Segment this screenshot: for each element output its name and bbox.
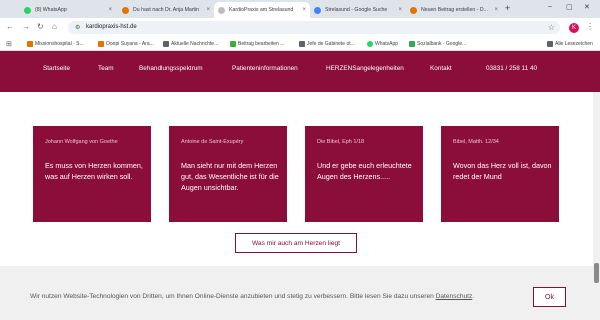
tab-google-search[interactable]: Strelasund - Google Suche ×: [310, 2, 406, 18]
site-icon: [218, 6, 225, 14]
tab-title: KardioPraxis am Strelasund: [229, 7, 294, 13]
nav-team[interactable]: Team: [98, 65, 114, 72]
privacy-link[interactable]: Datenschutz: [436, 293, 473, 300]
profile-avatar[interactable]: K: [569, 23, 579, 33]
cookie-period: .: [472, 293, 475, 300]
cookie-text: Wir nutzen Website-Technologien von Drit…: [30, 293, 474, 300]
site-icon: [98, 41, 104, 47]
nav-kontakt[interactable]: Kontakt: [430, 65, 452, 72]
news-icon: [163, 41, 169, 47]
tab-search-anja[interactable]: Du hast nach Dr. Anja Martin ×: [118, 2, 214, 18]
site-icon: [409, 41, 415, 47]
bookmark-item[interactable]: Aktuelle Nachrichte...: [163, 40, 218, 48]
new-tab-button[interactable]: +: [505, 3, 510, 13]
quote-text: Und er gebe euch erleuchtete Augen des H…: [317, 161, 412, 181]
close-icon[interactable]: ×: [302, 7, 306, 13]
scrollbar-thumb[interactable]: [594, 263, 599, 283]
whatsapp-icon: [367, 41, 373, 47]
bookmark-item[interactable]: Beitrag bearbeiten ...: [230, 40, 284, 48]
bookmark-star-icon[interactable]: ☆: [548, 23, 555, 32]
close-icon[interactable]: ×: [494, 7, 498, 13]
bookmark-item[interactable]: Ooopi Suyana - Ara...: [98, 40, 154, 48]
site-icon: [122, 6, 129, 14]
tab-title: Neuen Beitrag erstellen - D...: [421, 7, 488, 13]
site-navigation: Startseite Team Behandlungsspektrum Pati…: [0, 51, 600, 92]
google-icon: [314, 6, 321, 14]
bookmark-label: Aktuelle Nachrichte...: [171, 41, 219, 47]
close-icon[interactable]: ×: [108, 7, 112, 13]
forward-icon[interactable]: →: [22, 22, 30, 31]
minimize-icon[interactable]: –: [548, 3, 552, 10]
bookmark-label: Alle Lesezeichen: [555, 41, 593, 47]
folder-icon: [299, 41, 305, 47]
bookmark-item[interactable]: WhatsApp: [367, 40, 398, 48]
tab-kardiopraxis[interactable]: KardioPraxis am Strelasund ×: [214, 2, 310, 18]
bookmarks-bar: ⊞ Missionshospital · S... Ooopi Suyana -…: [0, 37, 600, 51]
quote-text: Es muss von Herzen kommen, was auf Herze…: [45, 161, 143, 181]
apps-grid-icon[interactable]: ⊞: [6, 40, 12, 48]
quote-text: Wovon das Herz voll ist, davon redet der…: [453, 161, 552, 181]
browser-tab-strip: (8) WhatsApp × Du hast nach Dr. Anja Mar…: [0, 0, 600, 18]
browser-toolbar: ← → ↻ ⌂ ⚙ kardiopraxis-hst.de ☆ K ⋮: [0, 18, 600, 37]
quote-card: Bibel, Matth. 12/34 Wovon das Herz voll …: [441, 126, 559, 222]
bookmark-label: Missionshospital · S...: [35, 41, 84, 47]
tab-whatsapp[interactable]: (8) WhatsApp ×: [20, 2, 116, 18]
quote-card: Johann Wolfgang von Goethe Es muss von H…: [33, 126, 151, 222]
tab-title: Du hast nach Dr. Anja Martin: [133, 7, 200, 13]
nav-behandlungsspektrum[interactable]: Behandlungsspektrum: [139, 65, 203, 72]
maximize-icon[interactable]: ▢: [566, 3, 573, 11]
nav-phone[interactable]: 03831 / 258 11 40: [486, 65, 537, 72]
url-text: kardiopraxis-hst.de: [86, 24, 137, 30]
tab-title: Strelasund - Google Suche: [325, 7, 388, 13]
whatsapp-icon: [24, 6, 31, 14]
back-icon[interactable]: ←: [6, 22, 14, 31]
more-from-heart-button[interactable]: Was mir auch am Herzen liegt: [235, 233, 357, 253]
quote-source: Johann Wolfgang von Goethe: [45, 139, 118, 145]
quote-source: Die Bibel, Eph 1/18: [317, 139, 365, 145]
all-bookmarks[interactable]: Alle Lesezeichen: [547, 40, 593, 48]
tab-title: (8) WhatsApp: [35, 7, 67, 13]
site-icon: [27, 41, 33, 47]
bookmark-label: Beitrag bearbeiten ...: [238, 41, 285, 47]
bookmark-label: WhatsApp: [375, 41, 399, 47]
nav-startseite[interactable]: Startseite: [43, 65, 70, 72]
cookie-message: Wir nutzen Website-Technologien von Drit…: [30, 293, 436, 300]
address-bar[interactable]: ⚙ kardiopraxis-hst.de ☆: [68, 21, 560, 34]
reload-icon[interactable]: ↻: [37, 22, 44, 31]
quote-source: Antoine de Saint-Exupéry: [181, 139, 244, 145]
site-icon: [410, 6, 417, 14]
cookie-ok-button[interactable]: Ok: [533, 287, 566, 307]
site-icon: [230, 41, 236, 47]
quote-text: Man sieht nur mit dem Herzen gut, das We…: [181, 161, 279, 192]
quote-card: Die Bibel, Eph 1/18 Und er gebe euch erl…: [305, 126, 423, 222]
bookmark-label: Jefe de Gabinete ot...: [307, 41, 355, 47]
quote-source: Bibel, Matth. 12/34: [453, 139, 499, 145]
nav-patienteninformationen[interactable]: Patienteninformationen: [232, 65, 298, 72]
close-window-icon[interactable]: ✕: [584, 3, 590, 11]
home-icon[interactable]: ⌂: [52, 22, 57, 31]
page-scrollbar[interactable]: [593, 92, 600, 320]
bookmark-item[interactable]: Jefe de Gabinete ot...: [299, 40, 355, 48]
bookmark-label: Ooopi Suyana - Ara...: [106, 41, 154, 47]
close-icon[interactable]: ×: [398, 7, 402, 13]
site-info-icon[interactable]: ⚙: [75, 24, 80, 31]
bookmark-item[interactable]: Sozialbank - Google...: [409, 40, 466, 48]
cookie-banner: Wir nutzen Website-Technologien von Drit…: [0, 266, 593, 320]
quote-card: Antoine de Saint-Exupéry Man sieht nur m…: [169, 126, 287, 222]
bookmark-label: Sozialbank - Google...: [417, 41, 467, 47]
tab-new-post[interactable]: Neuen Beitrag erstellen - D... ×: [406, 2, 502, 18]
nav-herzensangelegenheiten[interactable]: HERZENSangelegenheiten: [326, 65, 404, 72]
bookmark-item[interactable]: Missionshospital · S...: [27, 40, 84, 48]
menu-icon[interactable]: ⋮: [586, 22, 594, 31]
folder-icon: [547, 41, 553, 47]
close-icon[interactable]: ×: [206, 7, 210, 13]
